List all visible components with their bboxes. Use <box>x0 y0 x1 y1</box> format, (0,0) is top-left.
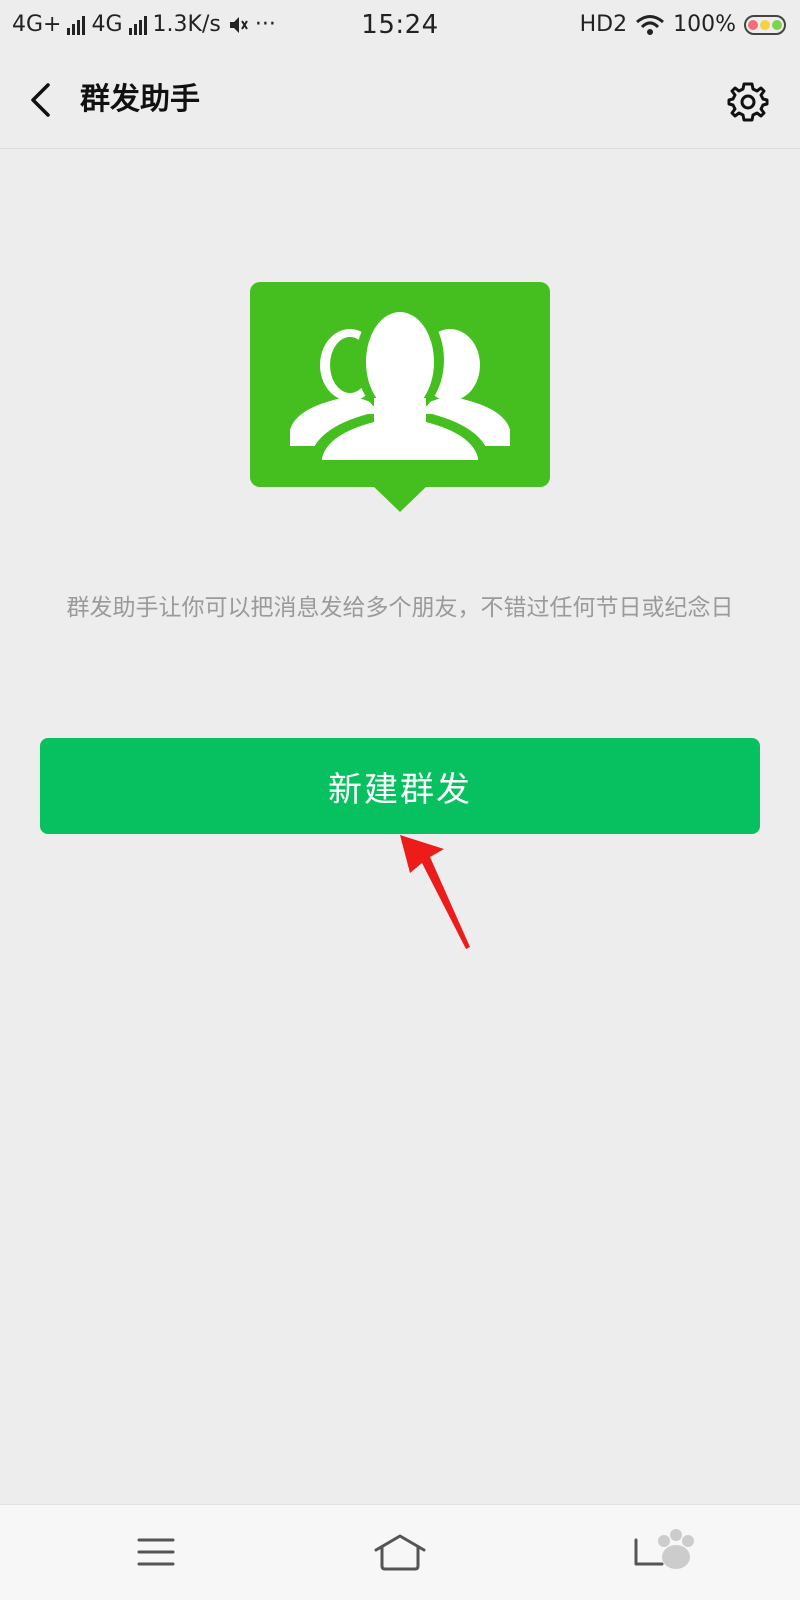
wifi-icon <box>636 14 665 35</box>
home-button[interactable] <box>372 1527 428 1577</box>
battery-percent: 100% <box>673 12 736 37</box>
status-bar: 4G+ 4G 1.3K/s ··· 15:24 HD2 100% <box>0 0 800 52</box>
watermark-logo <box>658 1529 694 1569</box>
description-text: 群发助手让你可以把消息发给多个朋友，不错过任何节日或纪念日 <box>66 595 734 621</box>
red-arrow-annotation <box>400 835 470 949</box>
page-title: 群发助手 <box>80 82 200 117</box>
menu-icon <box>137 1538 175 1566</box>
hd-indicator: HD2 <box>579 12 628 37</box>
header: 群发助手 <box>0 52 800 149</box>
back-button[interactable] <box>20 80 60 120</box>
status-right: HD2 100% <box>580 12 786 37</box>
system-nav-bar <box>0 1504 800 1600</box>
group-chat-icon <box>250 282 550 512</box>
chevron-left-icon <box>31 83 50 117</box>
gear-icon <box>727 82 769 122</box>
settings-button[interactable] <box>726 80 770 124</box>
new-broadcast-button[interactable]: 新建群发 <box>40 738 760 834</box>
battery-icon <box>744 14 786 35</box>
menu-button[interactable] <box>128 1527 184 1577</box>
home-icon <box>374 1534 426 1571</box>
